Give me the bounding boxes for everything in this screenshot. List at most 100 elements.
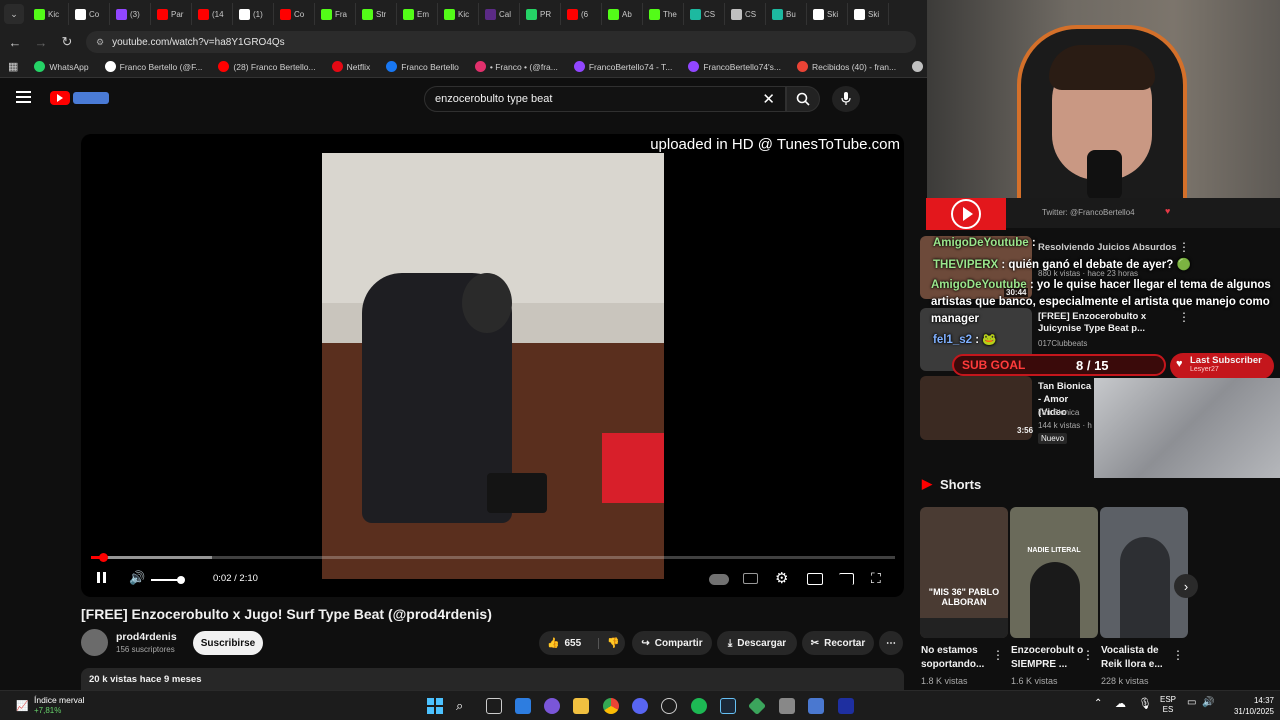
more-options-icon[interactable]: ⋮ <box>992 648 1004 662</box>
channel-name[interactable]: prod4rdenis <box>116 631 177 643</box>
dislike-icon[interactable]: 👎 <box>598 637 620 649</box>
start-button[interactable] <box>427 698 443 714</box>
short-thumbnail[interactable]: "MIS 36" PABLO ALBORAN <box>920 507 1008 638</box>
app-icon[interactable] <box>808 698 824 714</box>
bookmark-item[interactable]: • Franco • (@fra... <box>467 61 566 72</box>
more-options-icon[interactable]: ⋮ <box>1082 648 1094 662</box>
clip-button[interactable]: ✂ Recortar <box>802 631 874 655</box>
file-explorer-icon[interactable] <box>573 698 589 714</box>
browser-tab[interactable]: Fra <box>315 3 356 25</box>
chrome-icon[interactable] <box>603 698 619 714</box>
subtitles-icon[interactable] <box>743 573 758 584</box>
video-thumbnail[interactable] <box>920 376 1032 440</box>
short-title[interactable]: Vocalista de Reik llora e... <box>1101 644 1179 672</box>
short-title[interactable]: Enzocerobult o SIEMPRE ... <box>1011 644 1089 672</box>
task-view-icon[interactable] <box>486 698 502 714</box>
share-button[interactable]: ↪ Compartir <box>632 631 712 655</box>
browser-tab[interactable]: Kic <box>28 3 69 25</box>
progress-bar[interactable] <box>91 553 895 562</box>
voice-search-button[interactable] <box>832 86 860 112</box>
browser-tab[interactable]: (14 <box>192 3 233 25</box>
video-player[interactable]: uploaded in HD @ TunesToTube.com 🔊 0:02 … <box>81 134 904 597</box>
browser-tab[interactable]: Str <box>356 3 397 25</box>
clock[interactable]: 14:37 31/10/2025 <box>1222 695 1274 717</box>
spotify-icon[interactable] <box>691 698 707 714</box>
progress-scrubber[interactable] <box>99 553 109 562</box>
short-thumbnail[interactable] <box>1100 507 1188 638</box>
url-field[interactable]: ⚙ youtube.com/watch?v=ha8Y1GRO4Qs <box>86 31 916 53</box>
browser-tab[interactable]: PR <box>520 3 561 25</box>
pause-button[interactable] <box>97 572 106 583</box>
browser-tab[interactable]: Em <box>397 3 438 25</box>
app-icon[interactable] <box>747 696 767 716</box>
app-icon[interactable] <box>661 698 677 714</box>
theater-mode-icon[interactable] <box>807 573 823 585</box>
browser-tab[interactable]: (3) <box>110 3 151 25</box>
language-indicator[interactable]: ESP ES <box>1160 695 1176 715</box>
browser-tab[interactable]: Cal <box>479 3 520 25</box>
bookmark-item[interactable]: FrancoBertello74's... <box>680 61 789 72</box>
microphone-icon[interactable]: 🎙 <box>1138 697 1152 710</box>
network-icon[interactable]: ▭ <box>1187 697 1196 708</box>
browser-tab[interactable]: Ab <box>602 3 643 25</box>
autoplay-toggle[interactable] <box>709 574 729 585</box>
app-icon[interactable] <box>544 698 560 714</box>
app-icon[interactable] <box>779 698 795 714</box>
tray-chevron-icon[interactable]: ⌃ <box>1094 698 1102 709</box>
browser-tab[interactable]: CS <box>684 3 725 25</box>
like-icon[interactable]: 👍 <box>547 638 559 649</box>
browser-tab[interactable]: CS <box>725 3 766 25</box>
back-button[interactable]: ← <box>4 31 26 53</box>
browser-tab[interactable]: (1) <box>233 3 274 25</box>
store-icon[interactable] <box>515 698 531 714</box>
app-icon[interactable] <box>838 698 854 714</box>
reload-button[interactable]: ↻ <box>56 31 78 53</box>
fullscreen-icon[interactable]: ⛶ <box>871 570 881 587</box>
download-button[interactable]: ⤓ Descargar <box>717 631 797 655</box>
search-button[interactable] <box>786 86 820 112</box>
apps-grid-icon[interactable]: ▦ <box>0 60 26 73</box>
menu-icon[interactable] <box>16 91 31 103</box>
browser-tab[interactable]: Ski <box>807 3 848 25</box>
site-info-icon[interactable]: ⚙ <box>96 37 104 48</box>
steam-icon[interactable] <box>720 698 736 714</box>
short-title[interactable]: No estamos soportando... <box>921 644 999 672</box>
browser-tab[interactable]: Bu <box>766 3 807 25</box>
cast-icon[interactable] <box>839 573 854 585</box>
description-box[interactable]: 20 k vistas hace 9 meses <box>81 668 904 690</box>
tab-list-button[interactable]: ⌄ <box>4 4 24 24</box>
bookmark-item[interactable]: (28) Franco Bertello... <box>210 61 323 72</box>
cloud-icon[interactable]: ☁ <box>1115 697 1126 710</box>
volume-slider[interactable] <box>151 576 185 584</box>
bookmark-item[interactable]: WhatsApp <box>26 61 96 72</box>
browser-tab[interactable]: Kic <box>438 3 479 25</box>
youtube-logo[interactable] <box>50 91 70 105</box>
clear-search-icon[interactable]: ✕ <box>762 90 775 108</box>
forward-button[interactable]: → <box>30 31 52 53</box>
doodle-logo[interactable] <box>73 92 109 104</box>
browser-tab[interactable]: Ski <box>848 3 889 25</box>
channel-avatar[interactable] <box>81 629 108 656</box>
bookmark-item[interactable]: Franco Bertello (@F... <box>97 61 211 72</box>
browser-tab[interactable]: (6 <box>561 3 602 25</box>
short-thumbnail[interactable]: NADIE LITERAL <box>1010 507 1098 638</box>
search-input[interactable]: enzocerobulto type beat ✕ <box>424 86 786 112</box>
search-icon[interactable]: ⌕ <box>456 698 472 714</box>
bookmark-item[interactable]: Franco Bertello <box>378 61 467 72</box>
discord-icon[interactable] <box>632 698 648 714</box>
subscribe-button[interactable]: Suscribirse <box>193 631 263 655</box>
volume-icon[interactable]: 🔊 <box>129 570 145 586</box>
bookmark-item[interactable]: Recibidos (40) - fran... <box>789 61 904 72</box>
weather-widget[interactable]: 📈 Índice merval +7,81% <box>8 693 118 719</box>
shorts-next-button[interactable]: › <box>1174 574 1198 598</box>
bookmark-item[interactable]: FrancoBertello74 - T... <box>566 61 680 72</box>
settings-icon[interactable]: ⚙ <box>775 569 788 587</box>
bookmark-item[interactable]: Netflix <box>324 61 379 72</box>
more-actions-button[interactable]: ⋯ <box>879 631 903 655</box>
browser-tab[interactable]: Co <box>69 3 110 25</box>
more-options-icon[interactable]: ⋮ <box>1172 648 1184 662</box>
volume-icon[interactable]: 🔊 <box>1202 697 1214 708</box>
browser-tab[interactable]: The <box>643 3 684 25</box>
browser-tab[interactable]: Co <box>274 3 315 25</box>
like-count[interactable]: 655 <box>564 638 581 649</box>
